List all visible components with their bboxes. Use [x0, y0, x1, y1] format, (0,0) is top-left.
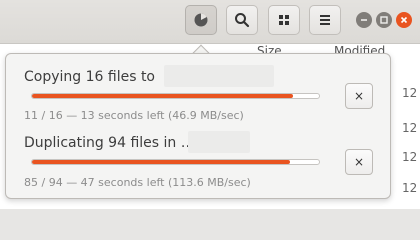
minimize-icon	[361, 19, 367, 21]
search-button[interactable]	[226, 5, 258, 35]
progress-fill	[32, 160, 291, 164]
operation-title: Copying 16 files to	[24, 69, 155, 85]
list-item-time: 12	[402, 86, 418, 100]
operation-progress-bar	[31, 159, 320, 165]
cancel-operation-button[interactable]: ×	[345, 149, 373, 175]
close-icon: ×	[353, 89, 365, 103]
close-icon: ×	[353, 155, 365, 169]
operation-status: 11 / 16 — 13 seconds left (46.9 MB/sec)	[24, 109, 244, 122]
maximize-button[interactable]	[376, 12, 392, 28]
grid-view-icon	[279, 15, 289, 25]
file-operations-button[interactable]	[185, 5, 217, 35]
file-operations-popover: Copying 16 files to 11 / 16 — 13 seconds…	[5, 53, 391, 199]
maximize-icon	[380, 16, 388, 24]
operation-progress-bar	[31, 93, 320, 99]
minimize-button[interactable]	[356, 12, 372, 28]
list-item-time: 12	[402, 121, 418, 135]
list-item-time: 12	[402, 150, 418, 164]
file-operations-icon	[194, 13, 208, 27]
folder-name	[188, 131, 250, 153]
view-toggle-button[interactable]	[268, 5, 300, 35]
menu-icon	[320, 15, 330, 25]
search-icon	[235, 13, 250, 28]
close-icon	[400, 16, 408, 24]
main-menu-button[interactable]	[309, 5, 341, 35]
close-button[interactable]	[396, 12, 412, 28]
list-item-time: 12	[402, 181, 418, 195]
header-bar	[0, 0, 420, 44]
destination-name	[164, 65, 274, 87]
operation-title: Duplicating 94 files in …	[24, 135, 195, 151]
cancel-operation-button[interactable]: ×	[345, 83, 373, 109]
operation-status: 85 / 94 — 47 seconds left (113.6 MB/sec)	[24, 176, 251, 189]
progress-fill	[32, 94, 294, 98]
